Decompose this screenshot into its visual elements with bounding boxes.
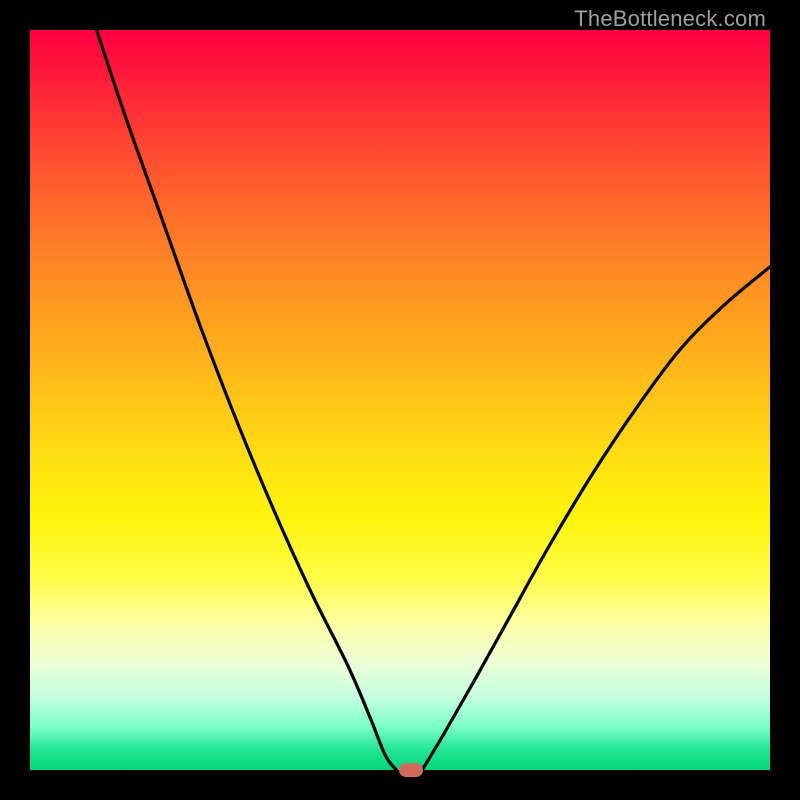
watermark-text: TheBottleneck.com xyxy=(574,6,766,32)
minimum-marker xyxy=(399,763,423,777)
bottleneck-curve xyxy=(30,30,770,770)
chart-frame: TheBottleneck.com xyxy=(0,0,800,800)
plot-area xyxy=(30,30,770,770)
